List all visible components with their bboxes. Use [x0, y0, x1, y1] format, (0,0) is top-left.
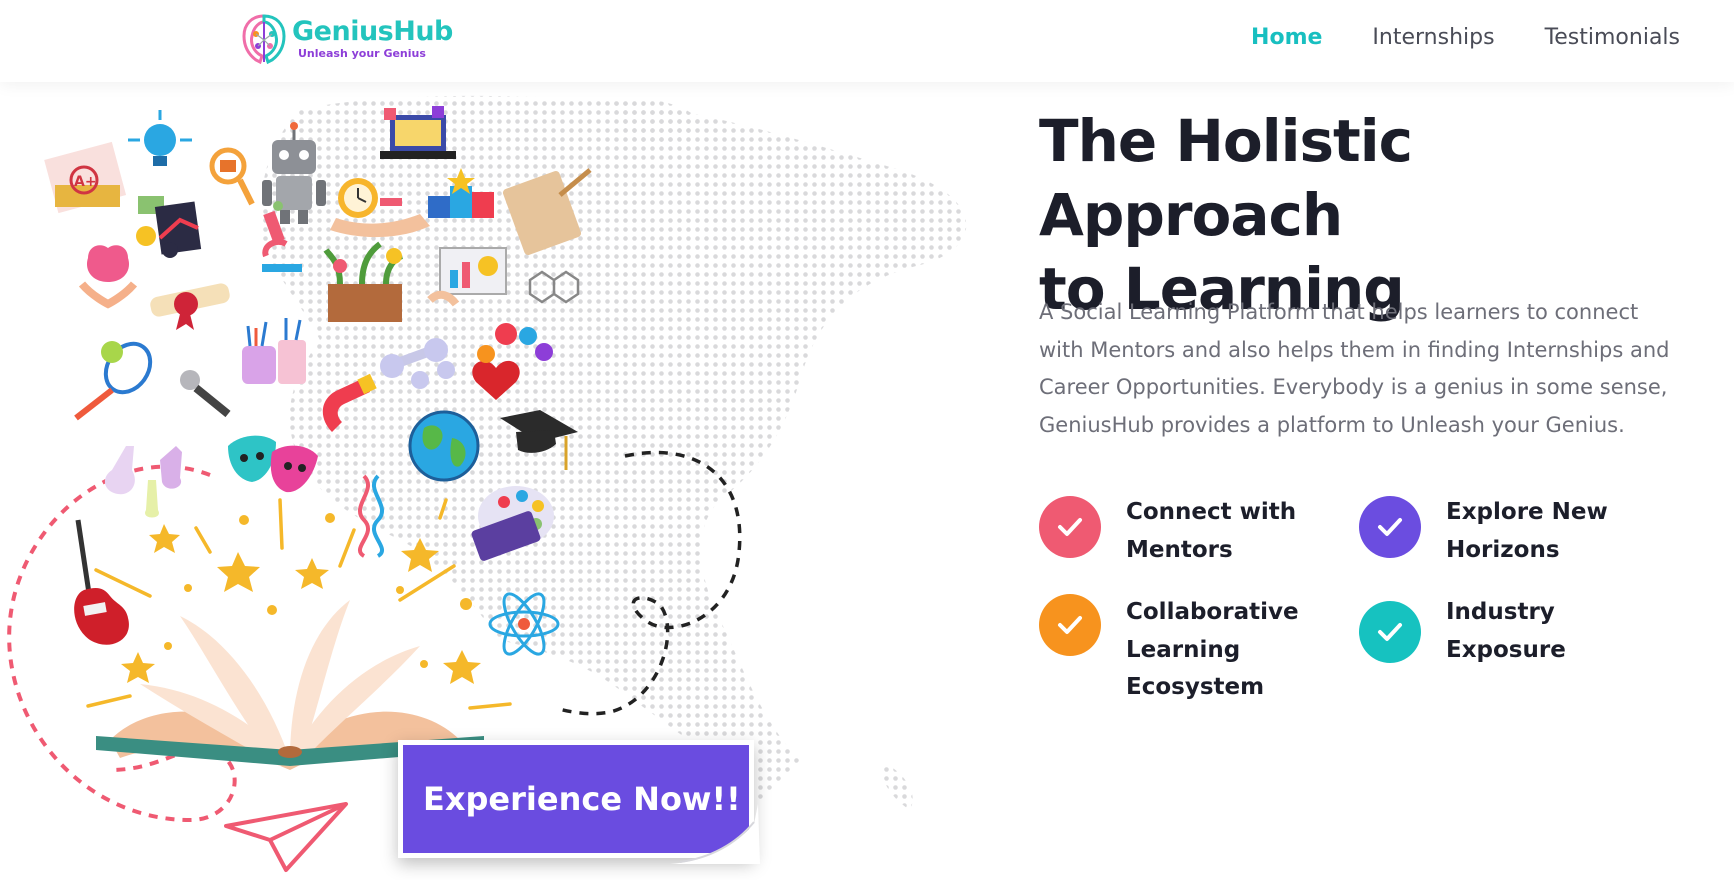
paper-plane-icon: [224, 802, 348, 872]
brand-name: GeniusHub: [292, 16, 453, 47]
experience-now-cta-wrapper: Experience Now!!: [398, 740, 760, 864]
feature-label-line: Mentors: [1126, 536, 1233, 563]
hero-description: A Social Learning Platform that helps le…: [1039, 300, 1670, 437]
feature-label-line: Industry: [1446, 599, 1555, 625]
check-icon: [1039, 496, 1101, 558]
page-curl-decoration: [670, 804, 760, 864]
feature-label-line: Horizons: [1446, 536, 1560, 563]
hero-title: The Holistic Approach to Learning: [1039, 104, 1699, 326]
brain-icon: [78, 245, 138, 309]
nav-internships[interactable]: Internships: [1372, 22, 1494, 54]
feature-industry-exposure: Industry Exposure: [1359, 594, 1566, 669]
nav-testimonials[interactable]: Testimonials: [1545, 22, 1680, 54]
top-navbar: GeniusHub Unleash your Genius Home Inter…: [0, 0, 1734, 82]
feature-explore-horizons: Explore New Horizons: [1359, 494, 1608, 569]
microphone-icon: [180, 370, 231, 418]
check-icon: [1359, 600, 1421, 663]
magnifier-icon: [209, 147, 255, 206]
check-icon: [1039, 594, 1101, 656]
feature-label-line: Collaborative: [1126, 599, 1299, 625]
feature-label-line: Learning: [1126, 636, 1241, 663]
svg-text:A+: A+: [74, 174, 97, 190]
feature-label-line: Explore New: [1446, 499, 1608, 525]
brand-tagline: Unleash your Genius: [298, 47, 426, 60]
feature-label-line: Exposure: [1446, 636, 1566, 663]
certificate-icon: [150, 283, 230, 330]
feature-connect-mentors: Connect with Mentors: [1039, 494, 1296, 569]
brand-logo[interactable]: GeniusHub Unleash your Genius: [240, 12, 453, 66]
brain-logo-icon: [242, 14, 286, 65]
money-growth-icon: [136, 196, 202, 258]
lightbulb-icon: [128, 110, 192, 166]
check-icon: [1359, 496, 1421, 558]
grade-a-plus-icon: A+: [44, 141, 127, 214]
globe-icon: [408, 410, 480, 482]
main-nav: Home Internships Testimonials: [1251, 22, 1680, 54]
nav-home[interactable]: Home: [1251, 22, 1322, 54]
tennis-icon: [74, 341, 153, 421]
feature-collaborative-learning: Collaborative Learning Ecosystem: [1039, 594, 1299, 707]
flask-icon: [104, 446, 182, 518]
hero-title-line-1: The Holistic Approach: [1039, 107, 1413, 249]
feature-label-line: Ecosystem: [1126, 674, 1265, 700]
feature-label-line: Connect with: [1126, 499, 1297, 525]
art-supplies-icon: [242, 318, 306, 384]
